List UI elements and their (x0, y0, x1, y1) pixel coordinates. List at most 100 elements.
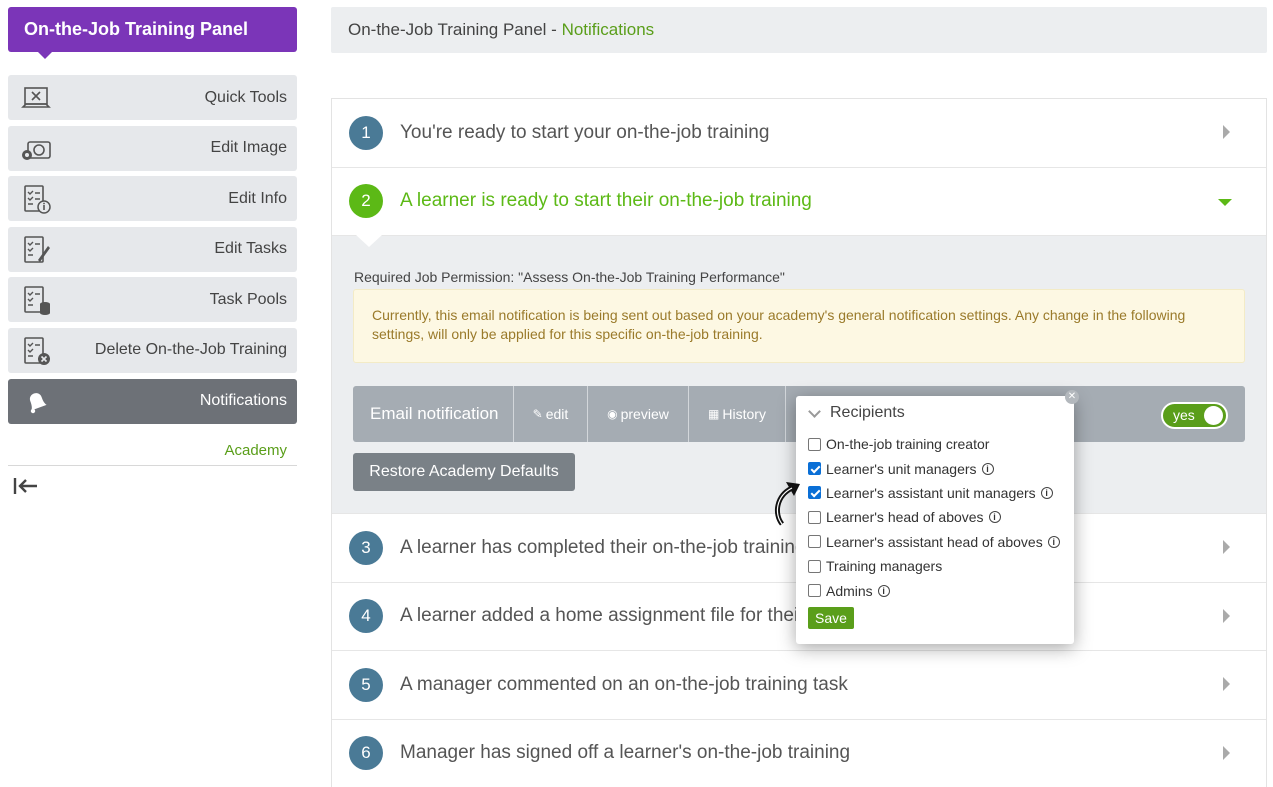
checkbox[interactable] (808, 462, 821, 476)
breadcrumb-current: Notifications (561, 20, 655, 39)
breadcrumb-root[interactable]: On-the-Job Training Panel (348, 20, 546, 39)
sidebar-item-edit-tasks[interactable]: Edit Tasks (8, 226, 297, 272)
checkbox[interactable] (808, 510, 821, 524)
sidebar-menu: Quick Tools Edit Image Edit Info Edit Ta… (8, 75, 297, 424)
checklist-database-icon (24, 286, 50, 316)
option-label: Learner's assistant head of aboves (826, 533, 1043, 550)
checkbox[interactable] (808, 559, 821, 573)
academy-link-label[interactable]: Academy (224, 442, 287, 459)
option-label: Admins (826, 582, 873, 599)
recipient-option-assistant-head-of-aboves[interactable]: Learner's assistant head of aboves i (808, 530, 1062, 554)
sidebar-item-edit-image[interactable]: Edit Image (8, 125, 297, 171)
chevron-right-icon (1223, 125, 1230, 139)
checkbox[interactable] (808, 437, 821, 451)
chevron-right-icon (1223, 677, 1230, 691)
recipient-option-assistant-unit-managers[interactable]: Learner's assistant unit managers i (808, 481, 1062, 505)
preview-label: preview (620, 406, 669, 422)
restore-defaults-button[interactable]: Restore Academy Defaults (353, 453, 575, 491)
edit-icon: ✎ (532, 407, 543, 421)
info-icon[interactable]: i (1040, 486, 1053, 499)
edit-button[interactable]: ✎ edit (514, 386, 588, 442)
recipient-option-head-of-aboves[interactable]: Learner's head of aboves i (808, 505, 1062, 529)
option-label: Learner's assistant unit managers (826, 484, 1036, 501)
pointer-arrow-icon (774, 482, 800, 526)
notification-title: You're ready to start your on-the-job tr… (400, 121, 770, 143)
save-button[interactable]: Save (808, 606, 854, 629)
option-label: Learner's head of aboves (826, 509, 984, 526)
academy-link[interactable]: Academy (8, 429, 297, 467)
recipient-option-admins[interactable]: Admins i (808, 578, 1062, 602)
step-number: 6 (349, 736, 383, 771)
sidebar-item-edit-info[interactable]: Edit Info (8, 176, 297, 222)
recipient-option-unit-managers[interactable]: Learner's unit managers i (808, 456, 1062, 480)
close-icon[interactable]: ✕ (1065, 390, 1079, 404)
panel-title: On-the-Job Training Panel (8, 7, 297, 59)
info-icon[interactable]: i (1047, 535, 1060, 548)
edit-label: edit (545, 406, 569, 422)
sidebar-item-label: Task Pools (209, 290, 287, 308)
info-icon[interactable]: i (988, 511, 1001, 524)
checklist-delete-icon (24, 337, 50, 365)
sidebar-item-label: Notifications (199, 392, 287, 410)
email-notification-label: Email notification (353, 386, 514, 442)
breadcrumb: On-the-Job Training Panel - Notification… (331, 7, 1267, 53)
step-number: 1 (349, 115, 383, 150)
recipient-option-creator[interactable]: On-the-job training creator (808, 432, 1062, 456)
option-label: On-the-job training creator (826, 436, 990, 453)
sidebar-item-label: Delete On-the-Job Training (94, 341, 287, 359)
history-label: History (722, 406, 766, 422)
chevron-down-icon (808, 404, 821, 418)
option-label: Training managers (826, 558, 943, 575)
breadcrumb-separator: - (546, 20, 562, 39)
checkbox[interactable] (808, 584, 821, 598)
camera-gear-icon (22, 140, 51, 160)
sidebar-item-label: Edit Info (228, 189, 287, 207)
notification-row-2[interactable]: 2 A learner is ready to start their on-t… (332, 167, 1266, 247)
notification-title: A manager commented on an on-the-job tra… (400, 673, 848, 695)
option-label: Learner's unit managers (826, 460, 977, 477)
sidebar-item-label: Quick Tools (204, 88, 287, 106)
email-toggle[interactable]: yes (1161, 402, 1228, 429)
sidebar-item-quick-tools[interactable]: Quick Tools (8, 75, 297, 120)
recipients-popup: ✕ Recipients On-the-job training creator… (796, 390, 1079, 644)
quick-tools-icon (21, 87, 51, 108)
notification-title: A learner has completed their on-the-job… (400, 536, 806, 558)
settings-notice: Currently, this email notification is be… (353, 289, 1245, 363)
preview-button[interactable]: ◉ preview (588, 386, 689, 442)
chevron-right-icon (1223, 608, 1230, 623)
checklist-pen-icon (24, 235, 50, 263)
notification-row-1[interactable]: 1 You're ready to start your on-the-job … (332, 99, 1266, 168)
history-button[interactable]: ▦ History (689, 386, 786, 442)
info-icon[interactable]: i (981, 462, 994, 475)
step-number: 2 (349, 184, 383, 219)
info-icon[interactable]: i (877, 584, 890, 597)
bell-icon (29, 392, 47, 413)
toggle-knob (1204, 406, 1223, 425)
notification-title: A learner is ready to start their on-the… (400, 190, 812, 212)
sidebar-item-delete-training[interactable]: Delete On-the-Job Training (8, 327, 297, 373)
checkbox[interactable] (808, 535, 821, 549)
chevron-right-icon (1223, 540, 1230, 554)
checklist-info-icon (24, 185, 51, 214)
sidebar-item-label: Edit Image (210, 139, 287, 157)
recipients-title: Recipients (830, 404, 905, 421)
recipient-option-training-managers[interactable]: Training managers (808, 554, 1062, 578)
chevron-down-icon (1218, 198, 1232, 206)
calendar-icon: ▦ (708, 407, 720, 421)
notification-title: Manager has signed off a learner's on-th… (400, 742, 851, 764)
sidebar-item-task-pools[interactable]: Task Pools (8, 277, 297, 323)
notification-row-6[interactable]: 6 Manager has signed off a learner's on-… (332, 719, 1266, 787)
chevron-right-icon (1223, 745, 1230, 760)
notification-row-5[interactable]: 5 A manager commented on an on-the-job t… (332, 651, 1266, 720)
sidebar: On-the-Job Training Panel Quick Tools Ed… (8, 7, 297, 467)
step-number: 5 (349, 667, 383, 702)
collapse-sidebar-icon[interactable] (12, 475, 40, 497)
step-number: 4 (349, 599, 383, 634)
recipients-header[interactable]: Recipients (808, 404, 1062, 422)
sidebar-item-label: Edit Tasks (214, 240, 287, 258)
step-number: 3 (349, 530, 383, 565)
eye-icon: ◉ (607, 407, 618, 421)
required-permission: Required Job Permission: "Assess On-the-… (354, 269, 785, 285)
checkbox[interactable] (808, 486, 821, 500)
sidebar-item-notifications[interactable]: Notifications (8, 378, 297, 424)
